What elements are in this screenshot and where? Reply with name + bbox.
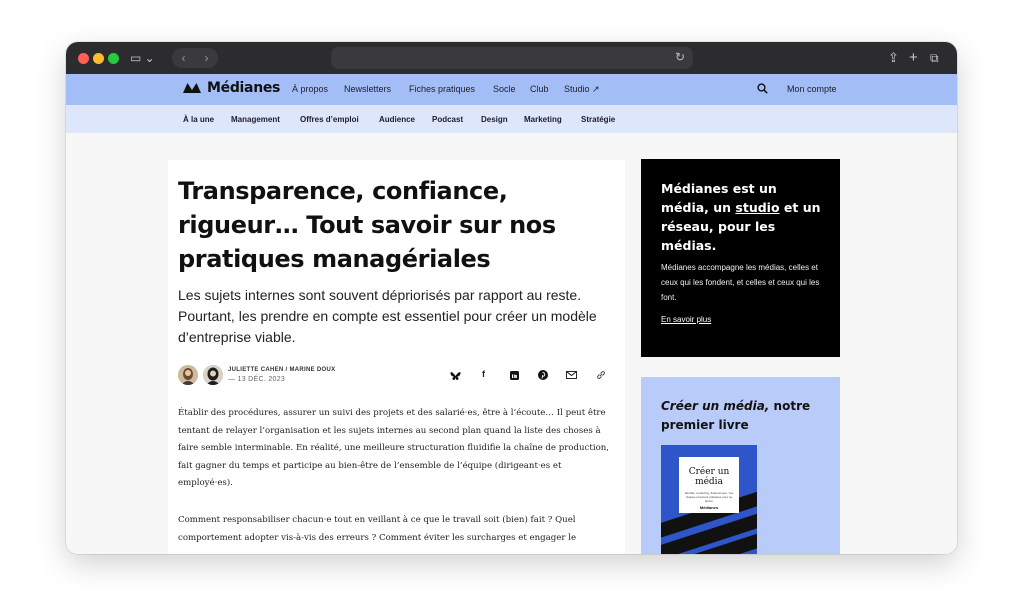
article-paragraph: Comment responsabiliser chacun·e tout en… <box>178 515 577 543</box>
site-logo[interactable]: Médianes <box>183 80 280 96</box>
maximize-window-button[interactable] <box>108 53 119 64</box>
nav-link-fiches-pratiques[interactable]: Fiches pratiques <box>409 84 475 94</box>
studio-link[interactable]: studio <box>735 200 779 215</box>
minimize-window-button[interactable] <box>93 53 104 64</box>
learn-more-link[interactable]: En savoir plus <box>661 315 711 324</box>
browser-toolbar: ▭ ⌄ ‹ › ↻ ⇪ + ⧉ <box>66 42 957 74</box>
link-icon[interactable] <box>596 370 606 380</box>
book-title: Créer un média <box>688 467 730 487</box>
account-link[interactable]: Mon compte <box>787 84 837 94</box>
category-audience[interactable]: Audience <box>379 115 415 124</box>
share-icon[interactable]: ⇪ <box>888 42 899 74</box>
publish-date: — 13 DÉC. 2023 <box>228 376 286 383</box>
book-promo[interactable]: Créer un média, notre premier livre Crée… <box>641 377 840 554</box>
category-podcast[interactable]: Podcast <box>432 115 463 124</box>
bluesky-icon[interactable] <box>450 371 461 381</box>
about-promo-title: Médianes est un média, un studio et un r… <box>661 179 826 255</box>
nav-link-studio[interactable]: Studio ↗ <box>564 84 600 95</box>
nav-link-socle[interactable]: Socle <box>493 84 516 94</box>
cover-label: Créer un média Identité, rendering, fina… <box>679 457 739 513</box>
article-paragraph: Établir des procédures, assurer un suivi… <box>178 408 610 488</box>
book-cover[interactable]: Créer un média Identité, rendering, fina… <box>661 445 757 554</box>
article-dek: Les sujets internes sont souvent déprior… <box>178 287 597 345</box>
site-header: Médianes À propos Newsletters Fiches pra… <box>66 74 957 105</box>
linkedin-icon[interactable] <box>510 371 519 380</box>
book-promo-title: Créer un média, notre premier livre <box>661 397 826 435</box>
category-design[interactable]: Design <box>481 115 508 124</box>
category-marketing[interactable]: Marketing <box>524 115 562 124</box>
browser-window: ▭ ⌄ ‹ › ↻ ⇪ + ⧉ Médianes À propos Newsle… <box>66 42 957 554</box>
nav-link-club[interactable]: Club <box>530 84 549 94</box>
category-offres-emploi[interactable]: Offres d’emploi <box>300 115 359 124</box>
article-title: Transparence, confiance, rigueur… Tout s… <box>178 177 556 273</box>
logo-text: Médianes <box>207 80 281 96</box>
article-card: Transparence, confiance, rigueur… Tout s… <box>168 160 625 554</box>
category-a-la-une[interactable]: À la une <box>183 115 214 124</box>
history-nav: ‹ › <box>172 48 218 68</box>
nav-link-a-propos[interactable]: À propos <box>292 84 328 94</box>
reload-icon[interactable]: ↻ <box>675 50 685 64</box>
avatar[interactable] <box>178 365 198 385</box>
avatar[interactable] <box>203 365 223 385</box>
facebook-icon[interactable]: f <box>482 369 485 379</box>
email-icon[interactable] <box>566 371 577 379</box>
page-content: Transparence, confiance, rigueur… Tout s… <box>66 133 957 554</box>
book-publisher: Médianes <box>699 505 719 510</box>
book-subtitle: Identité, rendering, financement : les r… <box>684 491 734 503</box>
close-window-button[interactable] <box>78 53 89 64</box>
new-tab-icon[interactable]: + <box>909 42 918 74</box>
sidebar-toggle-icon[interactable]: ▭ ⌄ <box>130 42 155 74</box>
book-promo-title-emphasis: Créer un média, <box>661 399 770 413</box>
category-management[interactable]: Management <box>231 115 280 124</box>
pinterest-icon[interactable] <box>538 370 548 380</box>
byline: JULIETTE CAHEN / MARINE DOUX — 13 DÉC. 2… <box>178 365 618 387</box>
address-bar[interactable]: ↻ <box>331 47 693 69</box>
back-icon[interactable]: ‹ <box>182 51 186 65</box>
logo-icon <box>183 83 201 93</box>
nav-link-newsletters[interactable]: Newsletters <box>344 84 391 94</box>
author-names[interactable]: JULIETTE CAHEN / MARINE DOUX <box>228 367 335 373</box>
search-icon[interactable] <box>757 83 768 94</box>
about-promo-text: Médianes accompagne les médias, celles e… <box>661 263 820 302</box>
category-strategie[interactable]: Stratégie <box>581 115 615 124</box>
about-promo: Médianes est un média, un studio et un r… <box>641 159 840 357</box>
category-nav: À la une Management Offres d’emploi Audi… <box>66 105 957 133</box>
forward-icon[interactable]: › <box>205 51 209 65</box>
tab-overview-icon[interactable]: ⧉ <box>930 42 939 74</box>
